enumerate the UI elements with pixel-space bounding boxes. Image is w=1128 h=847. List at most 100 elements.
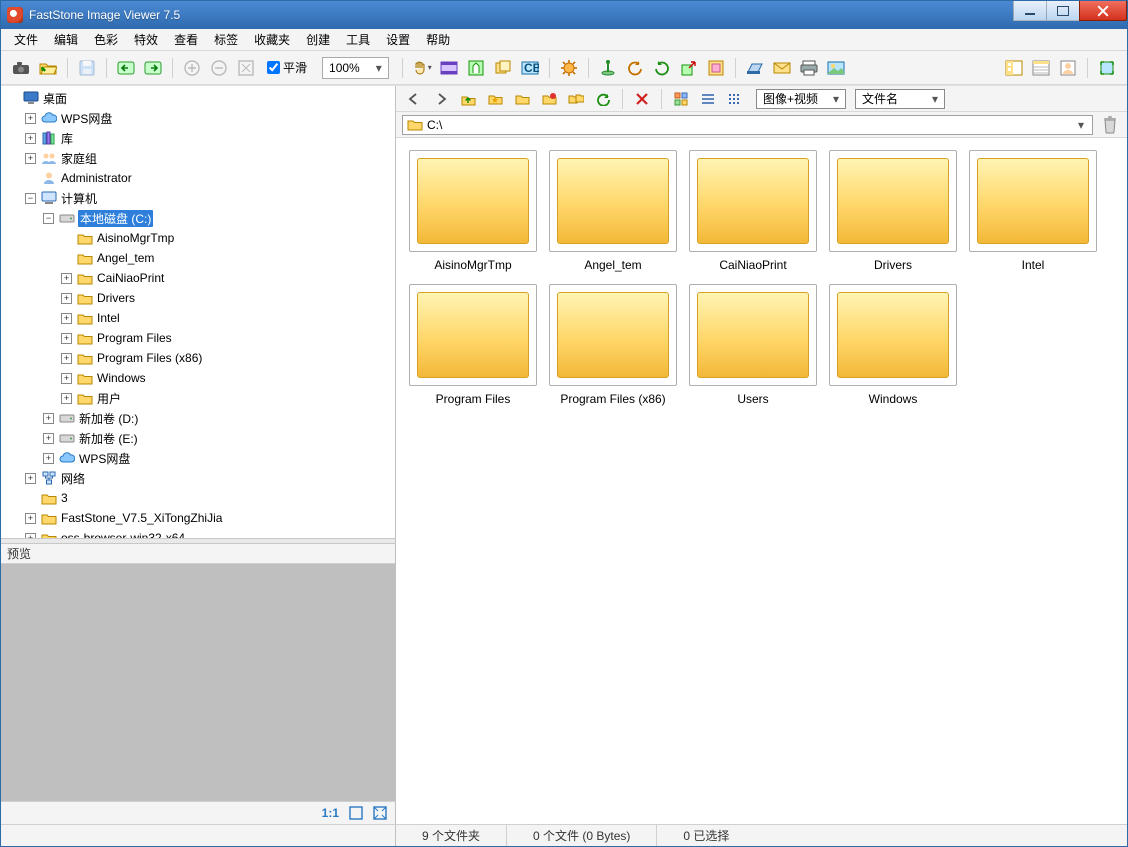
folder-thumbnail[interactable]: Intel (968, 150, 1098, 272)
tree-row[interactable]: +网络 (3, 468, 395, 488)
preview-pane[interactable] (1, 564, 395, 802)
tree-row[interactable]: +CaiNiaoPrint (3, 268, 395, 288)
rotate-left-button[interactable] (623, 56, 647, 80)
collapse-icon[interactable]: − (43, 213, 54, 224)
menu-5[interactable]: 标签 (207, 29, 245, 50)
new-folder-button[interactable] (510, 87, 534, 111)
tree-row[interactable]: +Windows (3, 368, 395, 388)
menu-0[interactable]: 文件 (7, 29, 45, 50)
view-thumbnails-button[interactable] (1002, 56, 1026, 80)
redo-button[interactable] (141, 56, 165, 80)
folder-tree[interactable]: 桌面+WPS网盘+库+家庭组Administrator−计算机−本地磁盘 (C:… (1, 86, 395, 538)
actual-size-icon[interactable] (349, 806, 363, 820)
chevron-down-icon[interactable]: ▾ (372, 61, 386, 75)
expand-icon[interactable]: + (61, 333, 72, 344)
nav-back-button[interactable] (402, 87, 426, 111)
fit-icon[interactable] (373, 806, 387, 820)
expand-icon[interactable]: + (61, 273, 72, 284)
folder-thumbnail[interactable]: AisinoMgrTmp (408, 150, 538, 272)
tree-row[interactable]: +用户 (3, 388, 395, 408)
fullscreen-button[interactable] (1095, 56, 1119, 80)
canvas-button[interactable] (704, 56, 728, 80)
tree-row[interactable]: +Intel (3, 308, 395, 328)
menu-4[interactable]: 查看 (167, 29, 205, 50)
expand-icon[interactable]: + (61, 353, 72, 364)
folder-thumbnail[interactable]: Users (688, 284, 818, 406)
batch-convert-button[interactable] (491, 56, 515, 80)
screen-capture-button[interactable] (596, 56, 620, 80)
zoom-combo[interactable]: 100% ▾ (322, 57, 389, 79)
chevron-down-icon[interactable]: ▾ (1074, 118, 1088, 132)
menu-8[interactable]: 工具 (339, 29, 377, 50)
recycle-bin-button[interactable] (1099, 114, 1121, 136)
nav-forward-button[interactable] (429, 87, 453, 111)
tree-row[interactable]: +新加卷 (E:) (3, 428, 395, 448)
slideshow-button[interactable] (437, 56, 461, 80)
tree-row[interactable]: Angel_tem (3, 248, 395, 268)
tree-row[interactable]: +Program Files (3, 328, 395, 348)
scanner-button[interactable] (743, 56, 767, 80)
reload-button[interactable] (591, 87, 615, 111)
settings-button[interactable] (557, 56, 581, 80)
folder-red-button[interactable] (537, 87, 561, 111)
tree-row[interactable]: −本地磁盘 (C:) (3, 208, 395, 228)
delete-button[interactable] (630, 87, 654, 111)
menu-10[interactable]: 帮助 (419, 29, 457, 50)
chevron-down-icon[interactable]: ▾ (829, 92, 843, 106)
filter-combo[interactable]: 图像+视频 ▾ (756, 89, 846, 109)
smooth-checkbox[interactable]: 平滑 (267, 59, 307, 76)
collapse-icon[interactable]: − (25, 193, 36, 204)
tree-row[interactable]: +Drivers (3, 288, 395, 308)
smooth-checkbox-input[interactable] (267, 61, 280, 74)
menu-3[interactable]: 特效 (127, 29, 165, 50)
tree-row[interactable]: +oss-browser-win32-x64 (3, 528, 395, 538)
tree-row[interactable]: −计算机 (3, 188, 395, 208)
expand-icon[interactable]: + (25, 473, 36, 484)
acquire-from-scanner-button[interactable] (9, 56, 33, 80)
titlebar[interactable]: FastStone Image Viewer 7.5 (1, 1, 1127, 29)
tree-row[interactable]: +Program Files (x86) (3, 348, 395, 368)
compare-button[interactable] (464, 56, 488, 80)
tree-row[interactable]: +新加卷 (D:) (3, 408, 395, 428)
tree-row[interactable]: +FastStone_V7.5_XiTongZhiJia (3, 508, 395, 528)
menu-1[interactable]: 编辑 (47, 29, 85, 50)
expand-icon[interactable]: + (61, 393, 72, 404)
expand-icon[interactable]: + (43, 453, 54, 464)
folder-thumbnail[interactable]: Program Files (408, 284, 538, 406)
menu-6[interactable]: 收藏夹 (247, 29, 297, 50)
tree-row[interactable]: +库 (3, 128, 395, 148)
expand-icon[interactable]: + (25, 153, 36, 164)
expand-icon[interactable]: + (61, 373, 72, 384)
nav-up-button[interactable] (456, 87, 480, 111)
tree-row[interactable]: 3 (3, 488, 395, 508)
tree-row[interactable]: +WPS网盘 (3, 448, 395, 468)
sort-combo[interactable]: 文件名 ▾ (855, 89, 945, 109)
folder-thumbnail[interactable]: Angel_tem (548, 150, 678, 272)
hand-tool-button[interactable]: ▾ (410, 56, 434, 80)
folder-thumbnail[interactable]: Drivers (828, 150, 958, 272)
expand-icon[interactable]: + (61, 293, 72, 304)
batch-rename-button[interactable]: CB (518, 56, 542, 80)
expand-icon[interactable]: + (25, 533, 36, 539)
folder-thumbnail[interactable]: CaiNiaoPrint (688, 150, 818, 272)
view-details-button[interactable] (696, 87, 720, 111)
tree-row[interactable]: +WPS网盘 (3, 108, 395, 128)
expand-icon[interactable]: + (25, 133, 36, 144)
chevron-down-icon[interactable]: ▾ (928, 92, 942, 106)
tree-row[interactable]: Administrator (3, 168, 395, 188)
refresh-folders-button[interactable] (564, 87, 588, 111)
menu-9[interactable]: 设置 (379, 29, 417, 50)
email-button[interactable] (770, 56, 794, 80)
thumbnail-area[interactable]: AisinoMgrTmpAngel_temCaiNiaoPrintDrivers… (396, 138, 1127, 824)
folder-thumbnail[interactable]: Program Files (x86) (548, 284, 678, 406)
tree-row[interactable]: +家庭组 (3, 148, 395, 168)
print-button[interactable] (797, 56, 821, 80)
expand-icon[interactable]: + (25, 113, 36, 124)
resize-button[interactable] (677, 56, 701, 80)
expand-icon[interactable]: + (61, 313, 72, 324)
undo-button[interactable] (114, 56, 138, 80)
expand-icon[interactable]: + (43, 433, 54, 444)
expand-icon[interactable]: + (43, 413, 54, 424)
window-maximize-button[interactable] (1046, 1, 1080, 21)
open-button[interactable] (36, 56, 60, 80)
